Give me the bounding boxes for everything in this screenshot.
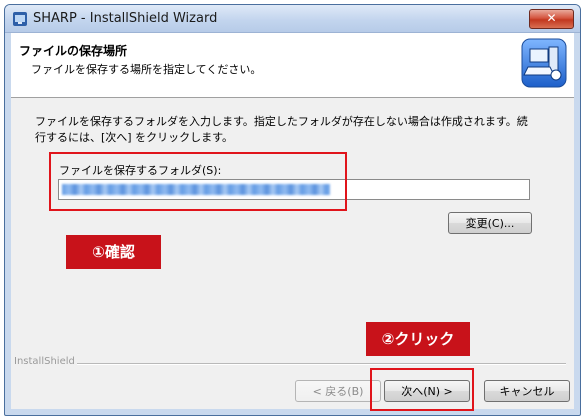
footer-divider	[77, 363, 566, 365]
click-highlight-box	[370, 368, 474, 411]
instruction-text: ファイルを保存するフォルダを入力します。指定したフォルダが存在しない場合は作成さ…	[35, 115, 528, 144]
confirm-highlight-box	[49, 152, 347, 211]
wizard-client-area: ファイルの保存場所 ファイルを保存する場所を指定してください。 ファイルを保存す…	[11, 33, 574, 409]
change-button[interactable]: 変更(C)...	[448, 212, 532, 234]
close-button[interactable]: ✕	[529, 9, 574, 29]
click-callout: ②クリック	[366, 322, 470, 356]
page-subtitle: ファイルを保存する場所を指定してください。	[31, 63, 262, 76]
confirm-callout: ①確認	[66, 235, 161, 269]
wizard-header: ファイルの保存場所 ファイルを保存する場所を指定してください。	[11, 33, 574, 98]
back-button[interactable]: < 戻る(B)	[295, 380, 381, 402]
installshield-brand: InstallShield	[14, 356, 78, 367]
installer-app-icon	[13, 12, 27, 26]
window-title: SHARP - InstallShield Wizard	[33, 11, 218, 26]
close-icon: ✕	[546, 11, 557, 25]
page-title: ファイルの保存場所	[19, 44, 128, 58]
title-bar: SHARP - InstallShield Wizard ✕	[5, 5, 580, 33]
computer-setup-icon	[521, 38, 567, 88]
cancel-button[interactable]: キャンセル	[484, 380, 570, 402]
